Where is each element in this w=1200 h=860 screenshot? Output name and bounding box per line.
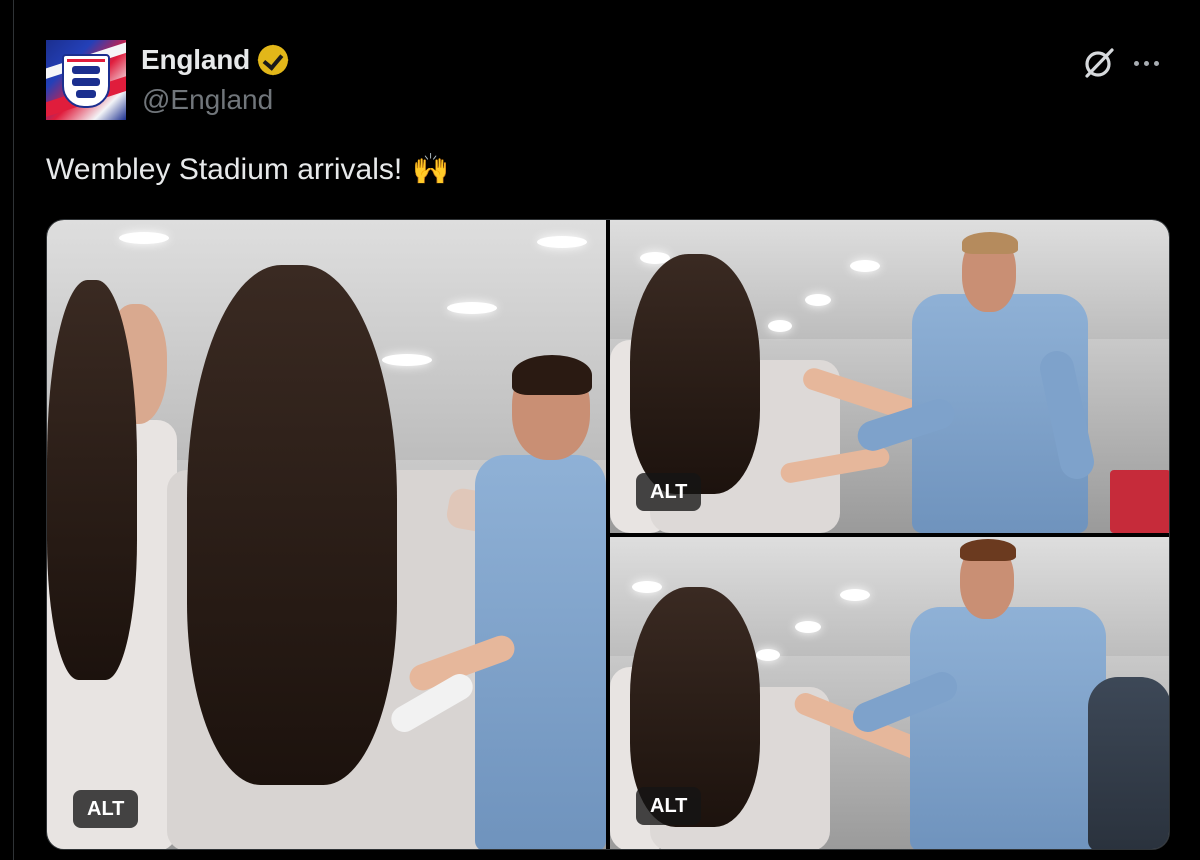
more-options-icon[interactable] [1134, 48, 1159, 78]
photo-1[interactable]: ALT [47, 220, 606, 849]
media-grid: ALT ALT ALT [46, 219, 1170, 850]
verified-badge-icon[interactable] [258, 45, 289, 75]
grok-icon[interactable] [1082, 46, 1116, 80]
tweet-body: Wembley Stadium arrivals! [46, 152, 403, 186]
photo-3[interactable]: ALT [610, 537, 1169, 849]
account-handle[interactable]: @England [142, 84, 273, 116]
alt-badge[interactable]: ALT [73, 790, 139, 828]
photo-2[interactable]: ALT [610, 220, 1169, 533]
name-row: England [141, 44, 289, 76]
alt-badge[interactable]: ALT [636, 787, 702, 825]
alt-label: ALT [87, 797, 125, 820]
raising-hands-emoji: 🙌 [412, 153, 450, 186]
tweet-header: England @England [46, 40, 1176, 120]
alt-label: ALT [650, 480, 688, 503]
timeline-border [13, 0, 14, 860]
alt-badge[interactable]: ALT [636, 473, 702, 511]
england-crest-logo [62, 54, 110, 108]
display-name[interactable]: England [141, 44, 250, 76]
tweet-text: Wembley Stadium arrivals! 🙌 [46, 152, 450, 187]
avatar[interactable] [46, 40, 126, 120]
alt-label: ALT [650, 794, 688, 817]
